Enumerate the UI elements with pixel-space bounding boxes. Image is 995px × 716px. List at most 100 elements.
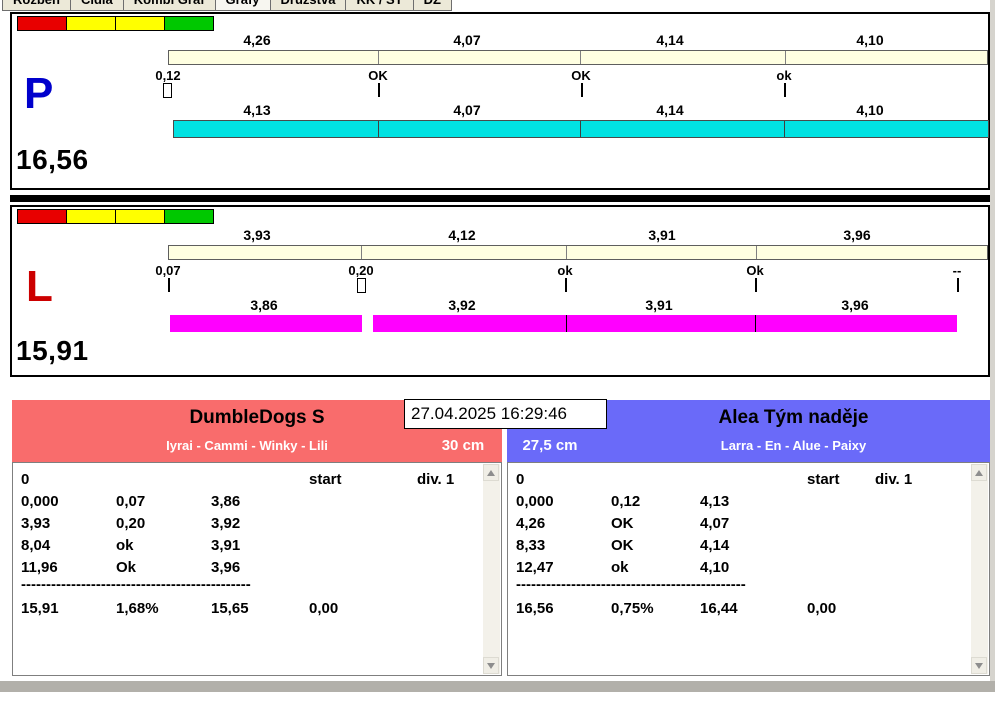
summary-cell: 1,68% xyxy=(116,600,159,617)
dog-time-bar xyxy=(373,315,957,332)
dog-time: 4,07 xyxy=(453,102,481,118)
crossing-mark: 0,20 xyxy=(348,263,374,278)
light-green-icon xyxy=(164,16,214,31)
tick-mark xyxy=(168,278,170,292)
light-yellow-icon xyxy=(66,16,116,31)
table-cell: 0,000 xyxy=(21,493,59,510)
table-cell: 3,96 xyxy=(211,559,241,576)
bar-segment xyxy=(581,121,785,137)
table-cell: 4,10 xyxy=(700,559,730,576)
dog-time: 3,86 xyxy=(250,297,278,313)
split-time: 4,10 xyxy=(856,32,884,48)
table-cell: 4,13 xyxy=(700,493,730,510)
tab-kk-st[interactable]: KK / ST xyxy=(345,0,414,11)
tab-dz[interactable]: DZ xyxy=(412,0,453,11)
scroll-up-button[interactable] xyxy=(971,464,987,481)
vertical-scrollbar[interactable] xyxy=(971,464,988,674)
split-bar xyxy=(168,245,988,260)
crossing-mark: ok xyxy=(557,263,573,278)
lane-p-panel: 4,26 4,07 4,14 4,10 0,12 OK OK ok 4,13 4… xyxy=(10,12,990,190)
team-left-detail: 0 start div. 1 0,000 0,07 3,86 3,93 0,20… xyxy=(12,462,502,676)
table-cell: 0,20 xyxy=(116,515,146,532)
tab-grafy[interactable]: Grafy xyxy=(214,0,271,11)
lane-l-panel: 3,93 4,12 3,91 3,96 0,07 0,20 ok Ok -- 3… xyxy=(10,205,990,377)
col-header: div. 1 xyxy=(417,471,455,488)
table-cell: Ok xyxy=(116,559,137,576)
table-cell: 8,33 xyxy=(516,537,546,554)
table-cell: 4,26 xyxy=(516,515,546,532)
start-lights xyxy=(17,209,214,224)
bar-segment xyxy=(169,246,362,259)
light-yellow-icon xyxy=(66,209,116,224)
dog-time: 4,14 xyxy=(656,102,684,118)
tab-cidla[interactable]: Čidla xyxy=(69,0,124,11)
separator-line: ----------------------------------------… xyxy=(516,576,746,593)
bar-segment xyxy=(755,315,957,332)
tab-bar: Rozběh Čidla Kombi Graf Grafy Družstva K… xyxy=(2,0,542,11)
table-cell: ok xyxy=(611,559,629,576)
tab-kombi-graf[interactable]: Kombi Graf xyxy=(122,0,216,11)
scroll-down-button[interactable] xyxy=(483,657,499,674)
arrow-down-icon xyxy=(975,662,983,669)
tick-mark xyxy=(581,83,583,97)
tick-mark xyxy=(565,278,567,292)
tab-rozbeh[interactable]: Rozběh xyxy=(2,0,71,11)
col-header: div. 1 xyxy=(875,471,913,488)
col-header: start xyxy=(309,471,342,488)
split-time: 4,12 xyxy=(448,227,476,243)
tick-mark xyxy=(957,278,959,292)
scroll-down-button[interactable] xyxy=(971,657,987,674)
split-time: 4,26 xyxy=(243,32,271,48)
lane-letter: L xyxy=(26,262,53,311)
col-header: start xyxy=(807,471,840,488)
dog-time-bar xyxy=(173,120,989,138)
team-lineup: Larra - En - Alue - Paixy xyxy=(720,438,867,453)
lane-letter: P xyxy=(24,69,54,118)
lane-total-time: 15,91 xyxy=(16,335,89,366)
summary-cell: 15,65 xyxy=(211,600,249,617)
bar-segment xyxy=(581,51,786,64)
split-time: 3,91 xyxy=(648,227,676,243)
dog-time: 4,13 xyxy=(243,102,271,118)
bar-segment xyxy=(379,51,581,64)
dog-time: 3,92 xyxy=(448,297,476,313)
status-bar xyxy=(0,681,995,692)
table-cell: OK xyxy=(611,515,634,532)
crossing-mark: OK xyxy=(571,68,591,83)
table-cell: 0,000 xyxy=(516,493,554,510)
scroll-up-button[interactable] xyxy=(483,464,499,481)
table-cell: 12,47 xyxy=(516,559,554,576)
bar-segment xyxy=(566,315,755,332)
start-lights xyxy=(17,16,214,31)
crossing-mark: ok xyxy=(776,68,792,83)
dog-time: 3,91 xyxy=(645,297,673,313)
table-cell: 8,04 xyxy=(21,537,51,554)
dog-time-bar-segment xyxy=(170,315,362,332)
table-cell: 3,92 xyxy=(211,515,241,532)
separator-line: ----------------------------------------… xyxy=(21,576,251,593)
col-header: 0 xyxy=(516,471,525,488)
bar-segment xyxy=(757,246,987,259)
bar-segment xyxy=(362,246,567,259)
arrow-down-icon xyxy=(487,662,495,669)
tab-druzstva[interactable]: Družstva xyxy=(269,0,347,11)
bar-segment xyxy=(785,121,988,137)
bar-segment xyxy=(373,315,566,332)
table-cell: 3,91 xyxy=(211,537,241,554)
split-time: 3,93 xyxy=(243,227,271,243)
table-cell: ok xyxy=(116,537,134,554)
light-red-icon xyxy=(17,16,67,31)
bar-segment xyxy=(786,51,987,64)
summary-cell: 16,44 xyxy=(700,600,738,617)
crossing-mark: 0,07 xyxy=(155,263,181,278)
split-time: 3,96 xyxy=(843,227,871,243)
table-cell: 3,93 xyxy=(21,515,51,532)
bar-segment xyxy=(174,121,379,137)
team-name: Alea Tým naděje xyxy=(718,407,869,428)
vertical-scrollbar[interactable] xyxy=(483,464,500,674)
dog-time: 3,96 xyxy=(841,297,869,313)
light-yellow-icon xyxy=(115,16,165,31)
summary-cell: 0,00 xyxy=(807,600,837,617)
dog-time: 4,10 xyxy=(856,102,884,118)
col-header: 0 xyxy=(21,471,30,488)
